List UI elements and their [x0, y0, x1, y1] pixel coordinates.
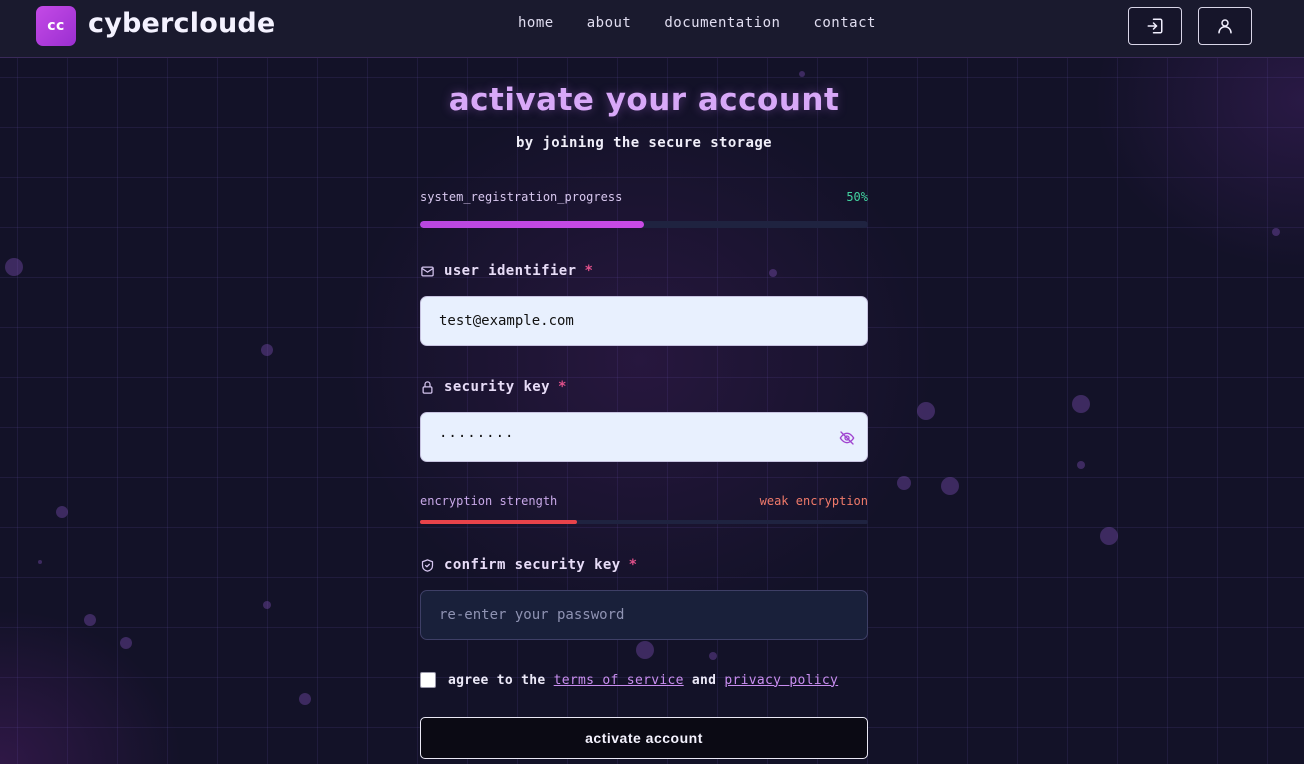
registration-progress-header: system_registration_progress 50% [420, 190, 868, 204]
background-particle [120, 637, 132, 649]
user-icon [1218, 19, 1232, 34]
logo-badge[interactable]: cc [36, 6, 76, 46]
password-label: security key * [420, 379, 567, 395]
confirm-password-field[interactable]: re-enter your password [420, 590, 868, 640]
progress-bar-fill [420, 221, 644, 228]
encryption-strength-header: encryption strength weak encryption [420, 494, 868, 508]
background-particle [1072, 395, 1090, 413]
password-field-value: ········ [439, 429, 515, 445]
eye-off-icon[interactable] [839, 430, 855, 446]
shield-check-icon [421, 558, 434, 572]
terms-checkbox[interactable] [420, 672, 436, 688]
top-navbar: cc cybercloude home about documentation … [0, 0, 1304, 58]
email-field-value: test@example.com [439, 313, 574, 329]
strength-meter-fill [420, 520, 577, 524]
privacy-policy-link[interactable]: privacy policy [724, 673, 838, 688]
lock-icon [422, 380, 433, 394]
terms-of-service-link[interactable]: terms of service [554, 673, 684, 688]
background-particle [769, 269, 777, 277]
email-label-text: user identifier [444, 263, 577, 279]
nav-about[interactable]: about [587, 14, 632, 32]
background-particle [299, 693, 311, 705]
terms-agreement: agree to the terms of service and privac… [420, 672, 838, 688]
background-particle [1077, 461, 1085, 469]
password-field[interactable]: ········ [420, 412, 868, 462]
user-profile-button[interactable] [1198, 7, 1252, 45]
progress-value: 50% [846, 190, 868, 204]
required-mark: * [628, 557, 638, 573]
background-grid [0, 58, 1304, 764]
strength-meter [420, 520, 868, 524]
password-label-text: security key [444, 379, 550, 395]
strength-label: encryption strength [420, 494, 558, 508]
background-particle [56, 506, 68, 518]
mail-icon [421, 266, 434, 276]
login-icon [1147, 18, 1163, 34]
background-particle [941, 477, 959, 495]
activate-account-button[interactable]: activate account [420, 717, 868, 759]
confirm-password-label: confirm security key * [420, 557, 637, 573]
background-particle [897, 476, 911, 490]
logo-initials: cc [47, 18, 65, 34]
page-subtitle: by joining the secure storage [515, 135, 773, 151]
progress-bar [420, 221, 868, 228]
email-field[interactable]: test@example.com [420, 296, 868, 346]
required-mark: * [557, 379, 567, 395]
terms-middle: and [691, 672, 717, 688]
strength-value: weak encryption [759, 494, 868, 508]
nav-home[interactable]: home [518, 14, 554, 32]
nav-documentation[interactable]: documentation [664, 14, 780, 32]
background-particle [636, 641, 654, 659]
background-particle [38, 560, 42, 564]
background-particle [263, 601, 271, 609]
brand-name[interactable]: cybercloude [88, 6, 275, 42]
background-particle [917, 402, 935, 420]
login-button[interactable] [1128, 7, 1182, 45]
main-nav: home about documentation contact [518, 14, 909, 32]
background-particle [84, 614, 96, 626]
background-particle [1272, 228, 1280, 236]
background-particle [709, 652, 717, 660]
terms-prefix: agree to the [448, 672, 546, 688]
progress-label: system_registration_progress [420, 190, 623, 204]
background-particle [261, 344, 273, 356]
nav-contact[interactable]: contact [813, 14, 876, 32]
confirm-label-text: confirm security key [444, 557, 621, 573]
background-particle [1100, 527, 1118, 545]
required-mark: * [584, 263, 594, 279]
confirm-password-placeholder: re-enter your password [439, 607, 625, 623]
background-particle [799, 71, 805, 77]
email-label: user identifier * [420, 263, 593, 279]
page-title: activate your account [448, 82, 840, 118]
background-particle [5, 258, 23, 276]
